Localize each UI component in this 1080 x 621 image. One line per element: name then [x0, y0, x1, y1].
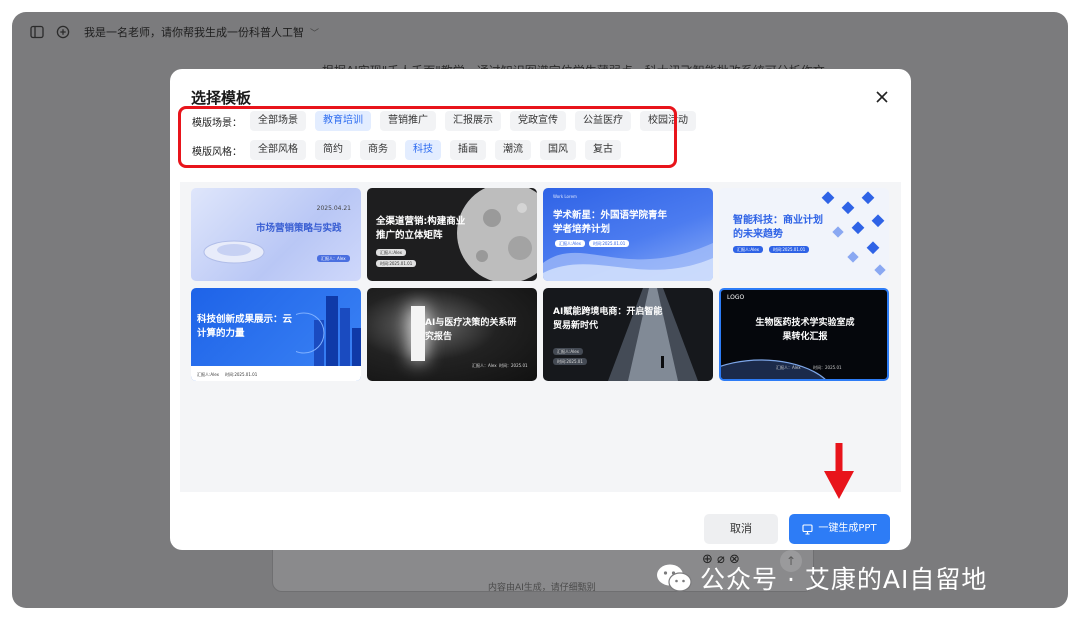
- card-tag: 汇报人:Alex: [197, 372, 219, 377]
- chip-style-chinese[interactable]: 国风: [540, 140, 576, 160]
- card-tag: 汇报人:Alex: [553, 348, 583, 355]
- red-arrow-annotation: [824, 443, 854, 499]
- card-date: 时间:2025.01.01: [376, 260, 417, 267]
- card-tag: 汇报人:Alex: [376, 249, 406, 256]
- chip-style-illustration[interactable]: 插画: [450, 140, 486, 160]
- chip-style-all[interactable]: 全部风格: [250, 140, 306, 160]
- card-tag: 汇报人：Alex: [472, 363, 497, 368]
- presentation-icon: [802, 523, 813, 535]
- card-date: 时间:2025.01: [553, 358, 587, 365]
- card-tag: 汇报人:Alex: [555, 240, 585, 247]
- scene-filter-row: 模版场景： 全部场景 教育培训 营销推广 汇报展示 党政宣传 公益医疗 校园活动: [192, 110, 705, 132]
- card-date: 2025.04.21: [316, 205, 351, 212]
- chip-scene-education[interactable]: 教育培训: [315, 111, 371, 131]
- chip-style-trend[interactable]: 潮流: [495, 140, 531, 160]
- scene-filter-label: 模版场景：: [192, 117, 242, 129]
- generate-ppt-label: 一键生成PPT: [818, 523, 877, 534]
- chip-scene-report[interactable]: 汇报展示: [445, 111, 501, 131]
- template-dialog: 选择模板 模版场景： 全部场景 教育培训 营销推广 汇报展示 党政宣传 公益医疗…: [170, 69, 911, 550]
- ai-disclaimer: 内容由AI生成，请仔细甄别: [488, 583, 596, 593]
- style-filter-label: 模版风格：: [192, 146, 242, 158]
- card-date: 时间：2025.01: [499, 363, 528, 368]
- card-tag: 汇报人:Alex: [733, 246, 763, 253]
- chip-style-simple[interactable]: 简约: [315, 140, 351, 160]
- card-tag: 汇报人：Alex: [776, 365, 801, 370]
- card-logo-text: LOGO: [727, 294, 745, 301]
- chip-scene-medical[interactable]: 公益医疗: [575, 111, 631, 131]
- chip-style-tech[interactable]: 科技: [405, 140, 441, 160]
- watermark: 公众号 · 艾康的AI自留地: [656, 560, 987, 596]
- card-date: 时间:2025.01.01: [589, 240, 630, 247]
- card-tag: 汇报人：Alex: [317, 255, 350, 262]
- cancel-button[interactable]: 取消: [704, 514, 778, 544]
- template-card[interactable]: 全渠道营销:构建商业推广的立体矩阵 汇报人:Alex 时间:2025.01.01: [367, 188, 537, 281]
- card-title: AI与医疗决策的关系研究报告: [425, 318, 517, 342]
- card-title: 科技创新成果展示：云计算的力量: [197, 314, 293, 339]
- close-icon[interactable]: [870, 87, 894, 111]
- chip-scene-campus[interactable]: 校园活动: [640, 111, 696, 131]
- chat-title-text: 我是一名老师，请你帮我生成一份科普人工智: [84, 26, 304, 39]
- card-title: 生物医药技术学实验室成果转化汇报: [755, 318, 855, 342]
- sidebar-toggle-icon[interactable]: [30, 24, 46, 40]
- card-title: 智能科技：商业计划的未来趋势: [733, 215, 823, 240]
- template-card[interactable]: 2025.04.21 市场营销策略与实践 汇报人：Alex: [191, 188, 361, 281]
- card-date: 时间:2025.01.01: [769, 246, 810, 253]
- chip-scene-marketing[interactable]: 营销推广: [380, 111, 436, 131]
- template-grid: 2025.04.21 市场营销策略与实践 汇报人：Alex 全渠道营销:构建商业…: [180, 182, 901, 492]
- wechat-logo-icon: [657, 564, 692, 592]
- chip-style-retro[interactable]: 复古: [585, 140, 621, 160]
- template-card[interactable]: Work Lorem 学术新星：外国语学院青年学者培养计划 汇报人:Alex 时…: [543, 188, 713, 281]
- chip-style-business[interactable]: 商务: [360, 140, 396, 160]
- generate-ppt-button[interactable]: 一键生成PPT: [789, 514, 890, 544]
- dialog-title: 选择模板: [191, 89, 252, 107]
- chip-scene-party[interactable]: 党政宣传: [510, 111, 566, 131]
- template-card[interactable]: LOGO 生物医药技术学实验室成果转化汇报 汇报人：Alex 时间：2025.0…: [719, 288, 889, 381]
- card-title: 全渠道营销:构建商业推广的立体矩阵: [376, 216, 466, 241]
- chevron-down-icon: ﹀: [310, 29, 320, 39]
- card-title: 学术新星：外国语学院青年学者培养计划: [553, 210, 668, 235]
- card-corner-text: Work Lorem: [553, 194, 577, 199]
- card-title: 市场营销策略与实践: [256, 223, 342, 234]
- card-date: 时间:2025.01.01: [225, 372, 258, 377]
- template-card[interactable]: AI与医疗决策的关系研究报告 汇报人：Alex 时间：2025.01: [367, 288, 537, 381]
- template-card[interactable]: 科技创新成果展示：云计算的力量 汇报人:Alex 时间:2025.01.01: [191, 288, 361, 381]
- new-chat-icon[interactable]: [56, 24, 72, 40]
- template-card[interactable]: AI赋能跨境电商：开启智能贸易新时代 汇报人:Alex 时间:2025.01: [543, 288, 713, 381]
- card-title: AI赋能跨境电商：开启智能贸易新时代: [553, 307, 663, 331]
- chip-scene-all[interactable]: 全部场景: [250, 111, 306, 131]
- chat-title[interactable]: 我是一名老师，请你帮我生成一份科普人工智 ﹀: [84, 24, 319, 40]
- template-card[interactable]: 智能科技：商业计划的未来趋势 汇报人:Alex 时间:2025.01.01: [719, 188, 889, 281]
- card-date: 时间：2025.01: [813, 365, 842, 370]
- watermark-text: 公众号 · 艾康的AI自留地: [700, 565, 988, 594]
- top-bar: 我是一名老师，请你帮我生成一份科普人工智 ﹀: [12, 12, 1068, 52]
- style-filter-row: 模版风格： 全部风格 简约 商务 科技 插画 潮流 国风 复古: [192, 139, 630, 161]
